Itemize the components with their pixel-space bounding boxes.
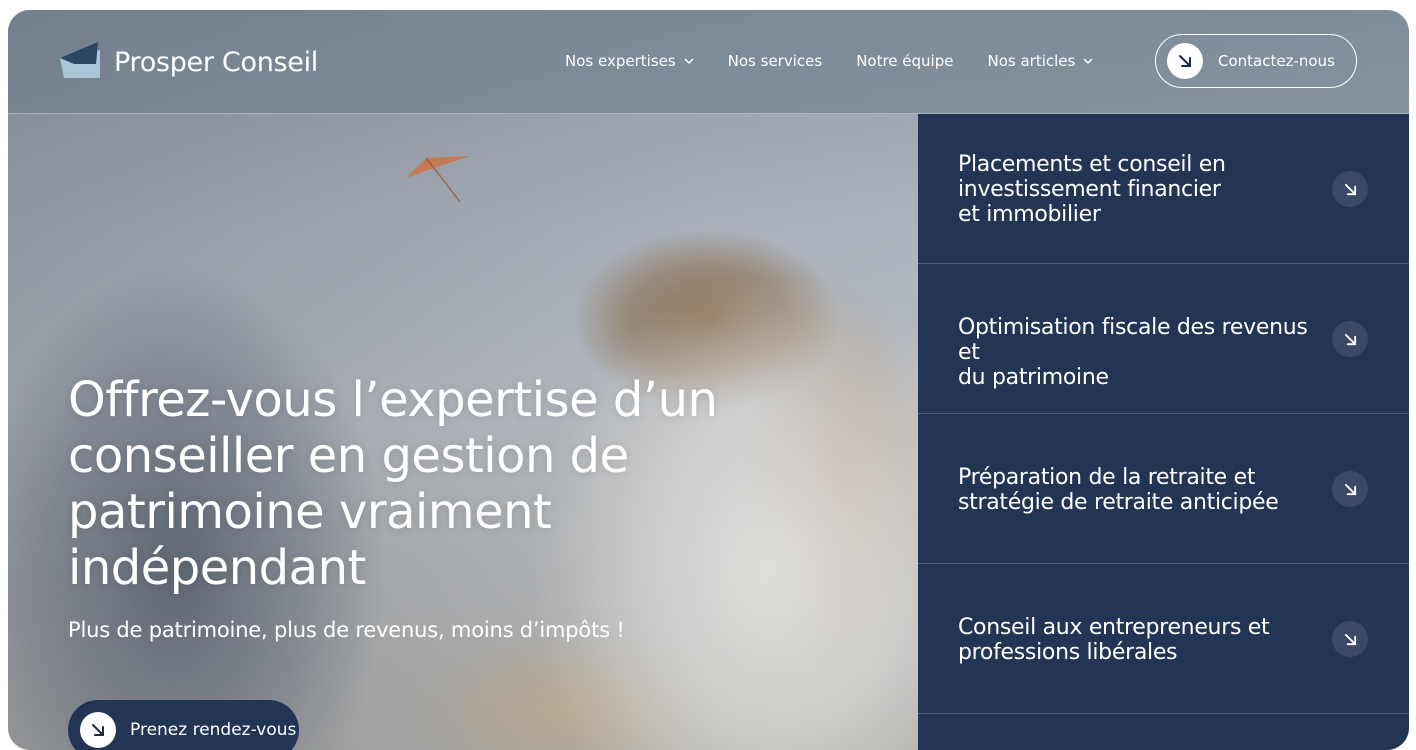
- nav-item-label: Nos services: [727, 52, 823, 70]
- expertise-panel: Placements et conseil en investissement …: [918, 114, 1409, 750]
- arrow-down-right-icon: [92, 724, 104, 736]
- arrow-down-right-icon: [1332, 471, 1368, 507]
- expertise-item-placements[interactable]: Placements et conseil en investissement …: [918, 114, 1409, 264]
- arrow-down-right-icon: [1332, 321, 1368, 357]
- expertise-item-entrepreneurs[interactable]: Conseil aux entrepreneurs et professions…: [918, 564, 1409, 714]
- site-header: Prosper Conseil Nos expertises Nos servi…: [8, 10, 1409, 114]
- kite-icon: [406, 156, 470, 203]
- contact-button[interactable]: Contactez-nous: [1155, 34, 1357, 88]
- expertise-item-label: Placements et conseil en investissement …: [958, 152, 1226, 227]
- brand-logo[interactable]: Prosper Conseil: [60, 42, 318, 82]
- nav-item-label: Nos expertises: [565, 52, 676, 70]
- arrow-down-right-icon: [1332, 171, 1368, 207]
- expertise-item-retraite[interactable]: Préparation de la retraite et stratégie …: [918, 414, 1409, 564]
- expertise-item-optimisation[interactable]: Optimisation fiscale des revenus et du p…: [918, 264, 1409, 414]
- expertise-item-label: Préparation de la retraite et stratégie …: [958, 465, 1279, 515]
- chevron-down-icon: [1083, 57, 1093, 64]
- arrow-down-right-icon: [1179, 55, 1191, 67]
- page-frame: Prosper Conseil Nos expertises Nos servi…: [8, 10, 1409, 750]
- chevron-down-icon: [684, 57, 694, 64]
- arrow-down-right-icon: [1332, 621, 1368, 657]
- nav-item-label: Nos articles: [987, 52, 1076, 70]
- nav-item-label: Notre équipe: [856, 52, 954, 70]
- nav-item-equipe[interactable]: Notre équipe: [856, 52, 953, 70]
- nav-item-expertises[interactable]: Nos expertises: [565, 52, 694, 70]
- hero-subtitle: Plus de patrimoine, plus de revenus, moi…: [68, 618, 625, 642]
- contact-button-label: Contactez-nous: [1218, 52, 1335, 70]
- hero-title: Offrez-vous l’expertise d’un conseiller …: [68, 372, 718, 596]
- appointment-button-label: Prenez rendez-vous: [130, 720, 297, 740]
- expertise-item-label: Conseil aux entrepreneurs et professions…: [958, 615, 1270, 665]
- nav-item-services[interactable]: Nos services: [728, 52, 823, 70]
- main-nav: Nos expertises Nos services Notre équipe…: [565, 52, 1127, 70]
- contact-button-circle: [1167, 43, 1203, 79]
- folder-logo-icon: [60, 42, 100, 78]
- appointment-button-circle: [80, 712, 116, 748]
- expertise-item-label: Optimisation fiscale des revenus et du p…: [958, 315, 1308, 390]
- brand-name: Prosper Conseil: [114, 46, 318, 78]
- appointment-button[interactable]: Prenez rendez-vous: [68, 700, 299, 750]
- nav-item-articles[interactable]: Nos articles: [987, 52, 1093, 70]
